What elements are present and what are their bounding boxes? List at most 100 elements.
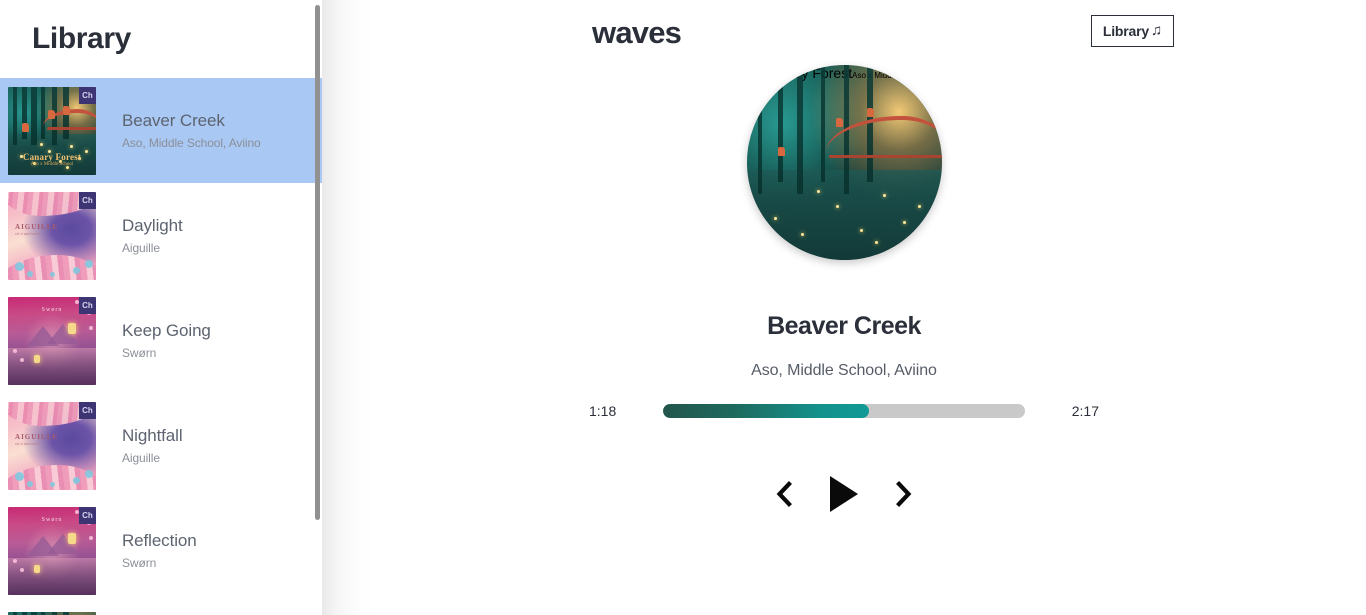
tree-trunk bbox=[22, 611, 28, 615]
art-fox bbox=[62, 105, 70, 115]
track-list-item[interactable]: AIGUILLE set it and mend Ch Nightfall Aiguil… bbox=[0, 393, 322, 498]
tree-trunk bbox=[30, 611, 37, 615]
firefly bbox=[801, 232, 805, 236]
art-fox bbox=[22, 123, 30, 133]
now-playing-panel: Canary ForestAso x Middle School Beaver … bbox=[322, 65, 1366, 522]
app-title: waves bbox=[592, 15, 682, 50]
track-title: Reflection bbox=[122, 531, 197, 550]
total-time: 2:17 bbox=[1071, 403, 1099, 419]
sidebar-scrollbar-thumb[interactable] bbox=[315, 5, 320, 520]
next-track-button[interactable] bbox=[880, 470, 928, 518]
track-artist: Aso, Middle School, Aviino bbox=[122, 136, 261, 150]
current-time: 1:18 bbox=[589, 403, 617, 419]
track-thumbnail bbox=[8, 611, 96, 615]
track-thumbnail: Swørn Ch bbox=[8, 296, 96, 385]
track-thumbnail: Canary Forest Aso x Middle School Ch bbox=[8, 86, 96, 175]
channel-badge: Ch bbox=[79, 296, 96, 314]
track-list-item[interactable]: Swørn Ch Reflection Swørn bbox=[0, 498, 322, 603]
firefly bbox=[773, 217, 777, 221]
track-list-item[interactable]: AIGUILLE set it and mend Ch Daylight Aiguill… bbox=[0, 183, 322, 288]
chevron-left-icon bbox=[776, 481, 792, 507]
art-lake bbox=[8, 347, 96, 385]
player-main: waves Library ♫ Canary ForestAso x Middl… bbox=[322, 0, 1366, 615]
art-fox bbox=[777, 146, 785, 156]
tree-trunk bbox=[41, 611, 46, 615]
music-note-icon: ♫ bbox=[1150, 22, 1162, 39]
firefly bbox=[32, 162, 36, 166]
channel-badge: Ch bbox=[79, 401, 96, 419]
music-player-app: Library Canary Forest Aso x Middle School… bbox=[0, 0, 1366, 615]
album-art-forest: Canary ForestAso x Middle School bbox=[746, 65, 942, 260]
library-button[interactable]: Library ♫ bbox=[1090, 15, 1174, 47]
chevron-right-icon bbox=[896, 481, 912, 507]
art-lantern bbox=[67, 532, 76, 544]
album-art-forest bbox=[8, 611, 96, 615]
track-meta: Keep Going Swørn bbox=[96, 321, 211, 360]
tree-trunk bbox=[13, 611, 18, 615]
album-art-caption: AIGUILLE set it and mend bbox=[15, 223, 59, 237]
track-thumbnail: AIGUILLE set it and mend Ch bbox=[8, 191, 96, 280]
play-icon bbox=[830, 476, 858, 512]
art-orb bbox=[15, 261, 25, 271]
channel-badge: Ch bbox=[79, 506, 96, 524]
art-blossom bbox=[88, 326, 93, 331]
track-list[interactable]: Canary Forest Aso x Middle School Ch Beaver… bbox=[0, 78, 322, 615]
firefly bbox=[816, 189, 820, 193]
tree-trunk bbox=[41, 86, 46, 140]
track-artist: Aiguille bbox=[122, 451, 160, 465]
firefly bbox=[69, 144, 73, 148]
library-sidebar: Library Canary Forest Aso x Middle School… bbox=[0, 0, 322, 615]
tree-trunk bbox=[30, 86, 37, 145]
now-playing-artist: Aso, Middle School, Aviino bbox=[751, 362, 937, 379]
art-fox bbox=[836, 117, 844, 127]
now-playing-title: Beaver Creek bbox=[767, 312, 921, 340]
track-artist: Swørn bbox=[122, 346, 157, 360]
tree-trunk bbox=[52, 611, 57, 615]
tree-trunk bbox=[62, 611, 69, 615]
firefly bbox=[875, 240, 879, 244]
track-thumbnail: AIGUILLE set it and mend Ch bbox=[8, 401, 96, 490]
track-title: Daylight bbox=[122, 216, 183, 235]
progress-row: 1:18 2:17 bbox=[322, 403, 1366, 419]
art-lantern bbox=[34, 564, 41, 573]
track-meta: Nightfall Aiguille bbox=[96, 426, 183, 465]
channel-badge: Ch bbox=[79, 191, 96, 209]
track-title: Keep Going bbox=[122, 321, 211, 340]
progress-bar-fill bbox=[663, 404, 870, 418]
topbar: waves Library ♫ bbox=[322, 0, 1366, 66]
tree-trunk bbox=[797, 65, 804, 194]
track-meta: Reflection Swørn bbox=[96, 531, 197, 570]
art-lantern bbox=[34, 354, 41, 363]
previous-track-button[interactable] bbox=[760, 470, 808, 518]
album-cover[interactable]: Canary ForestAso x Middle School bbox=[746, 65, 942, 260]
track-title: Nightfall bbox=[122, 426, 183, 445]
art-blossom bbox=[88, 536, 93, 541]
track-list-item[interactable]: Canary Forest Aso x Middle School Ch Beaver… bbox=[0, 78, 322, 183]
track-title: Beaver Creek bbox=[122, 111, 225, 130]
firefly bbox=[902, 221, 906, 224]
play-button[interactable] bbox=[808, 466, 880, 522]
track-meta: Beaver Creek Aso, Middle School, Aviino bbox=[96, 111, 261, 150]
library-button-label: Library bbox=[1102, 22, 1149, 39]
art-orb bbox=[15, 471, 25, 481]
sidebar-title: Library bbox=[32, 22, 131, 55]
track-thumbnail: Swørn Ch bbox=[8, 506, 96, 595]
album-art-caption: AIGUILLE set it and mend bbox=[15, 433, 59, 447]
sidebar-scrollbar[interactable] bbox=[314, 0, 322, 615]
art-lantern bbox=[67, 322, 76, 334]
track-artist: Swørn bbox=[122, 556, 157, 570]
tree-trunk bbox=[777, 65, 783, 182]
progress-bar[interactable] bbox=[663, 404, 1025, 418]
track-artist: Aiguille bbox=[122, 241, 160, 255]
track-list-item[interactable] bbox=[0, 603, 322, 615]
track-list-item[interactable]: Swørn Ch Keep Going Swørn bbox=[0, 288, 322, 393]
channel-badge: Ch bbox=[79, 86, 96, 104]
tree-trunk bbox=[820, 65, 825, 182]
playback-controls bbox=[322, 466, 1366, 522]
firefly bbox=[883, 193, 886, 197]
art-fox bbox=[867, 107, 875, 117]
art-fox bbox=[48, 110, 56, 120]
track-meta: Daylight Aiguille bbox=[96, 216, 183, 255]
sidebar-header: Library bbox=[0, 0, 322, 78]
art-lake bbox=[8, 557, 96, 595]
